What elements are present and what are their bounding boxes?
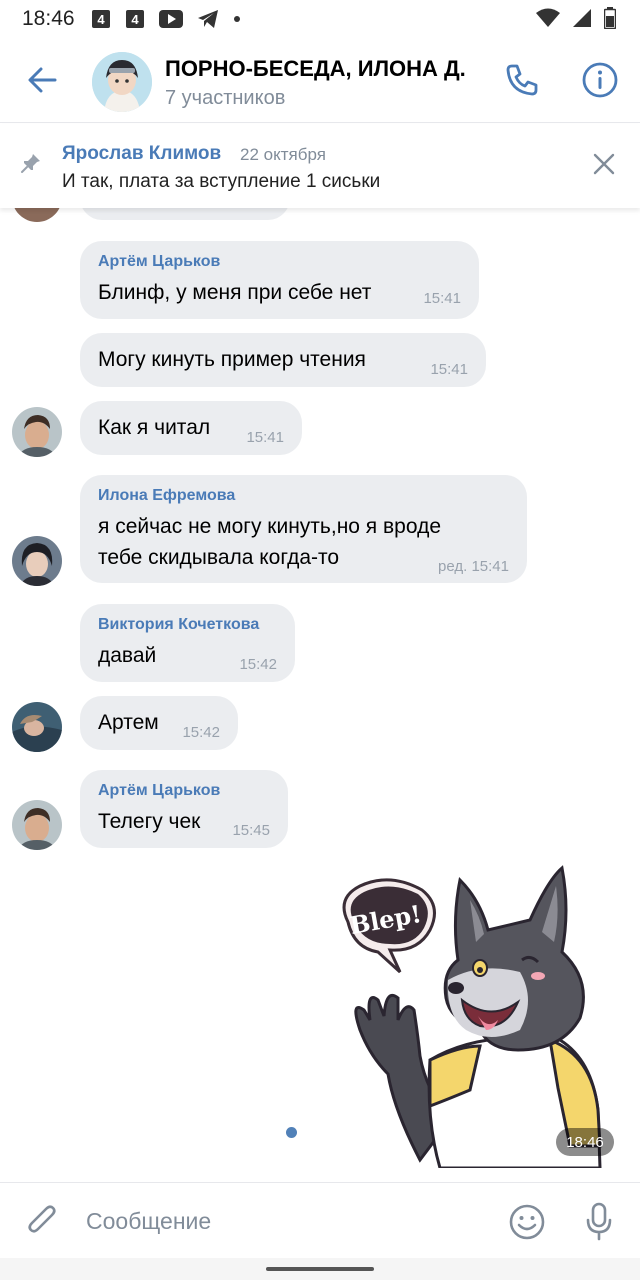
phone-icon [506,64,538,96]
smile-icon [509,1204,545,1240]
back-button[interactable] [22,60,62,100]
paperclip-icon [28,1205,56,1233]
pinned-message[interactable]: Ярослав Климов 22 октября И так, плата з… [0,124,640,208]
wifi-icon [536,8,560,28]
dot-icon [233,15,241,23]
home-indicator[interactable] [266,1267,374,1271]
avatar-artyom[interactable] [12,407,62,457]
telegram-icon [197,9,219,29]
message-text-line: я сейчас не могу кинуть,но я вроде [98,515,442,538]
notification-4-icon: 4 [91,9,111,29]
message-author[interactable]: Илона Ефремова [98,487,235,505]
attach-button[interactable] [22,1201,62,1241]
message-text: Как я читал [98,416,211,439]
message-bubble[interactable]: Как я читал 15:41 [80,401,302,455]
unpin-button[interactable] [588,148,620,180]
chat-header: ПОРНО-БЕСЕДА, ИЛОНА Д. 7 участников [0,38,640,124]
message-author[interactable]: Артём Царьков [98,253,220,271]
message-text: давай [98,644,157,667]
message-time: 15:41 [246,429,284,446]
call-button[interactable] [500,58,544,102]
close-icon [593,153,615,175]
pinned-date: 22 октября [240,145,326,164]
message-text: Блинф, у меня при себе нет [98,281,372,304]
message-time: 15:41 [430,361,468,378]
system-nav-bar [0,1258,640,1280]
voice-message-button[interactable] [578,1199,620,1243]
pinned-author: Ярослав Климов [62,143,222,164]
message-text: Могу кинуть пример чтения [98,348,366,371]
status-bar: 18:46 4 4 [0,0,640,38]
pin-icon [20,152,42,179]
status-system-icons [536,7,616,29]
emoji-button[interactable] [506,1201,548,1243]
notification-4-icon: 4 [125,9,145,29]
pinned-text: И так, плата за вступление 1 сиськи [62,171,381,192]
speech-bubble: Blep! [342,878,436,974]
message-bubble[interactable]: Артем 15:42 [80,696,238,750]
message-text-line: тебе скидывала когда-то [98,546,340,569]
message-time: 15:41 [423,290,461,307]
message-time: 15:42 [182,724,220,741]
message-bubble[interactable]: Могу кинуть пример чтения 15:41 [80,333,486,387]
arrow-left-icon [28,67,57,93]
microphone-icon [586,1202,612,1241]
message-text: Артем [98,711,159,734]
wolf-sticker[interactable]: Blep! [330,860,610,1170]
unread-indicator [286,1127,297,1138]
message-author[interactable]: Артём Царьков [98,782,220,800]
message-composer [0,1182,640,1258]
message-time: ред. 15:41 [438,558,509,575]
message-author[interactable]: Виктория Кочеткова [98,616,259,634]
participants-count: 7 участников [165,87,286,109]
svg-text:4: 4 [97,12,105,27]
message-bubble[interactable]: Артём Царьков Блинф, у меня при себе нет… [80,241,479,319]
message-input[interactable] [86,1201,486,1241]
svg-text:4: 4 [131,12,139,27]
chat-avatar[interactable] [92,52,152,112]
message-text: Телегу чек [98,810,201,833]
avatar-viktoria[interactable] [12,702,62,752]
youtube-icon [158,10,183,28]
chat-title[interactable]: ПОРНО-БЕСЕДА, ИЛОНА Д. [165,56,466,82]
message-time: 15:42 [239,656,277,673]
message-bubble[interactable]: Артём Царьков Телегу чек 15:45 [80,770,288,848]
battery-icon [604,7,616,29]
info-button[interactable] [578,58,622,102]
avatar-ilona[interactable] [12,536,62,586]
info-icon [582,62,618,98]
message-time: 15:45 [232,822,270,839]
avatar-artyom[interactable] [12,800,62,850]
header-divider [0,122,640,123]
status-notification-icons: 4 4 [91,9,241,29]
message-bubble[interactable]: Илона Ефремова я сейчас не могу кинуть,н… [80,475,527,583]
status-time: 18:46 [22,7,75,30]
message-bubble[interactable]: Виктория Кочеткова давай 15:42 [80,604,295,682]
signal-icon [572,8,592,28]
sticker-time: 18:46 [556,1128,614,1156]
